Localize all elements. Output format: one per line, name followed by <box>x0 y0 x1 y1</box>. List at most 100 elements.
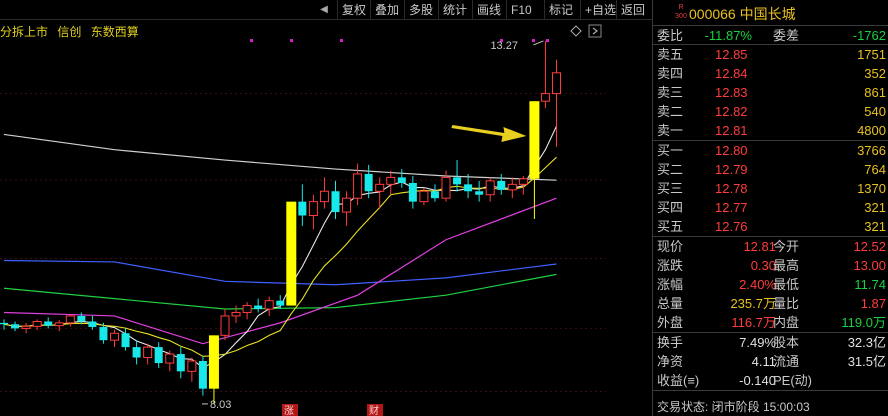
quote-value: -0.140 <box>739 373 776 388</box>
up-candle <box>353 173 363 199</box>
settings-icon[interactable] <box>570 25 582 37</box>
quote-label: 今开 <box>773 239 800 254</box>
ask-level-row[interactable]: 卖四 12.84 352 <box>653 64 888 83</box>
quote-row: 净资 4.11 流通 31.5亿 <box>653 352 888 371</box>
stock-name: 中国长城 <box>739 6 796 22</box>
toolbar-button[interactable]: 复权 <box>337 0 370 20</box>
chart-toolbar: ◀ 复权 叠加 多股 统计 画线 F10 标记 +自选 返回 <box>0 0 652 20</box>
level-label: 买三 <box>657 181 684 196</box>
quote-row: 收益(≡) -0.140 PE(动) <box>653 371 888 390</box>
quote-value: 31.5亿 <box>847 354 886 369</box>
bid-level-row[interactable]: 买三 12.78 1370 <box>653 179 888 198</box>
level-label: 买五 <box>657 219 684 234</box>
quote-panel: R 300 000066 中国长城 委比 -11.87% 委差 -1762 卖五… <box>652 0 888 416</box>
level-price: 12.85 <box>715 47 748 62</box>
up-candle <box>242 305 252 313</box>
low-price-label: 8.03 <box>210 399 231 411</box>
ask-level-row[interactable]: 卖二 12.82 540 <box>653 102 888 121</box>
bid-level-row[interactable]: 买五 12.76 321 <box>653 217 888 236</box>
level-volume: 540 <box>864 104 886 119</box>
down-candle <box>464 184 473 192</box>
toolbar-button[interactable]: +自选 <box>580 0 620 20</box>
down-candle <box>77 315 86 322</box>
fundamental-stats: 换手 7.49% 股本 32.3亿 净资 4.11 流通 31.5亿 收益(≡) -0.140 PE… <box>653 333 888 391</box>
quote-value: 11.74 <box>854 277 886 292</box>
quote-value: 116.7万 <box>731 315 776 330</box>
toolbar-button[interactable]: 多股 <box>404 0 437 20</box>
collapse-panel-icon[interactable] <box>588 24 602 38</box>
kline-chart[interactable]: 12.5111.2610.139.128.2113.278.03涨财 <box>0 21 608 416</box>
legend-item[interactable]: 东数西算 <box>91 25 139 39</box>
level-price: 12.81 <box>715 123 748 138</box>
level-label: 卖一 <box>657 123 684 138</box>
level-volume: 3766 <box>857 143 886 158</box>
webi-label: 委比 <box>657 28 684 43</box>
weicha-label: 委差 <box>773 28 800 43</box>
event-marker <box>290 39 293 42</box>
badge-top: R <box>678 4 684 11</box>
quote-label: 涨幅 <box>657 277 684 292</box>
down-candle <box>430 191 439 199</box>
bid-level-row[interactable]: 买二 12.79 764 <box>653 160 888 179</box>
down-candle <box>453 177 462 185</box>
quote-label: 换手 <box>657 335 684 350</box>
down-candle <box>397 177 406 183</box>
down-candle <box>88 321 97 328</box>
toolbar-button[interactable]: 画线 <box>472 0 505 20</box>
event-marker <box>340 39 343 42</box>
level-price: 12.79 <box>715 162 748 177</box>
down-candle <box>254 305 263 310</box>
down-candle <box>154 347 163 364</box>
ask-level-row[interactable]: 卖五 12.85 1751 <box>653 45 888 64</box>
quote-value: 1.87 <box>860 296 886 311</box>
event-flag-label: 财 <box>369 404 379 416</box>
down-candle <box>0 322 8 325</box>
quote-label: PE(动) <box>773 373 813 388</box>
high-price-label: 13.27 <box>490 40 518 52</box>
quote-row: 换手 7.49% 股本 32.3亿 <box>653 333 888 352</box>
toolbar-button[interactable]: 返回 <box>616 0 649 20</box>
quote-stats: 现价 12.81 今开 12.52 涨跌 0.30 最高 13.00 涨幅 2.40% 最低 11.7… <box>653 237 888 333</box>
concept-legend: 分拆上市 信创 东数西算 <box>0 23 145 40</box>
quote-label: 流通 <box>773 354 800 369</box>
legend-item[interactable]: 分拆上市 <box>0 25 48 39</box>
event-marker <box>250 39 253 42</box>
up-candle <box>220 315 230 336</box>
ask-level-row[interactable]: 卖三 12.83 861 <box>653 83 888 102</box>
quote-label: 外盘 <box>657 315 684 330</box>
quote-label: 股本 <box>773 335 800 350</box>
stock-title[interactable]: 000066 中国长城 <box>689 4 796 24</box>
quote-label: 最低 <box>773 277 800 292</box>
level-volume: 321 <box>864 200 886 215</box>
level-price: 12.78 <box>715 181 748 196</box>
bid-level-row[interactable]: 买一 12.80 3766 <box>653 141 888 160</box>
ma120-line <box>3 259 557 286</box>
up-candle <box>54 322 64 327</box>
ask-level-row[interactable]: 卖一 12.81 4800 <box>653 121 888 140</box>
toolbar-button[interactable]: 叠加 <box>370 0 403 20</box>
up-candle <box>507 183 517 191</box>
limit-up-candle <box>529 101 540 179</box>
toolbar-button[interactable]: F10 <box>506 0 536 20</box>
quote-value: 2.40% <box>739 277 776 292</box>
trading-status: 交易状态: 闭市阶段 15:00:03 <box>657 400 810 414</box>
legend-item[interactable]: 信创 <box>57 25 81 39</box>
down-candle <box>298 201 307 216</box>
level-label: 买二 <box>657 162 684 177</box>
quote-label: 量比 <box>773 296 800 311</box>
toolbar-button[interactable]: 标记 <box>544 0 577 20</box>
scroll-left-icon[interactable]: ◀ <box>317 3 331 17</box>
ma10-line <box>3 156 557 357</box>
up-candle <box>21 325 31 329</box>
quote-value: 7.49% <box>739 335 776 350</box>
toolbar-button[interactable]: 统计 <box>438 0 471 20</box>
down-candle <box>99 327 108 341</box>
level-price: 12.77 <box>715 200 748 215</box>
level-price: 12.82 <box>715 104 748 119</box>
margin-badge: R 300 <box>673 3 689 23</box>
up-candle <box>187 360 197 372</box>
ma250-line <box>3 133 557 181</box>
quote-row: 涨幅 2.40% 最低 11.74 <box>653 275 888 294</box>
bid-level-row[interactable]: 买四 12.77 321 <box>653 198 888 217</box>
quote-label: 收益(≡) <box>657 373 700 388</box>
